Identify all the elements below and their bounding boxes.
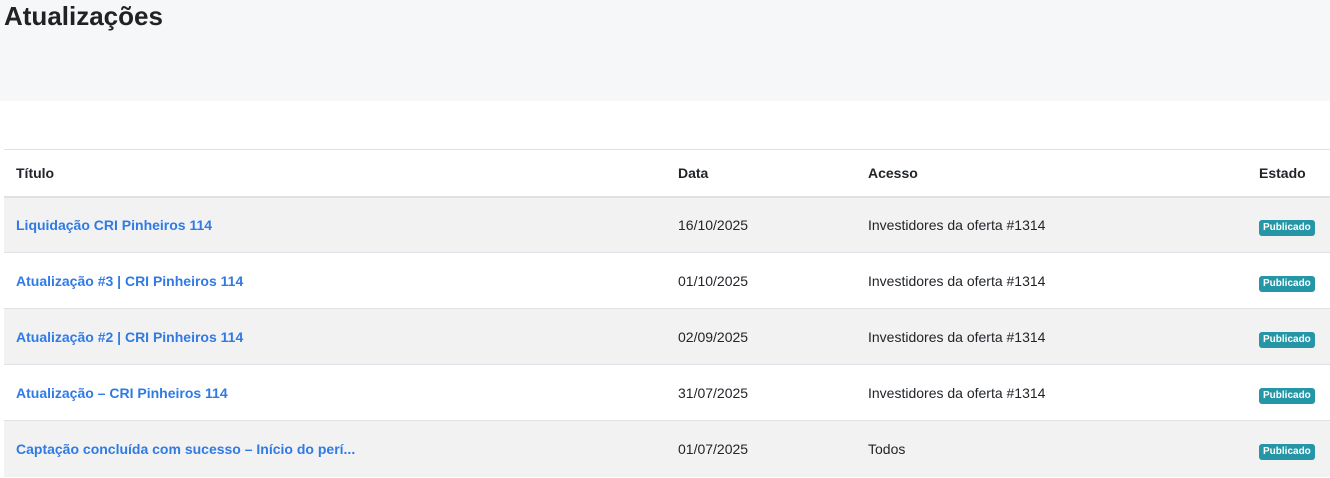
- cell-state: Publicado: [1247, 196, 1330, 253]
- update-title-link[interactable]: Atualização – CRI Pinheiros 114: [16, 385, 228, 401]
- cell-access: Investidores da oferta #1314: [856, 196, 1247, 253]
- update-title-link[interactable]: Captação concluída com sucesso – Início …: [16, 441, 355, 457]
- table-row[interactable]: Liquidação CRI Pinheiros 114 16/10/2025 …: [4, 196, 1330, 253]
- cell-state: Publicado: [1247, 364, 1330, 421]
- table-header-row: Título Data Acesso Estado: [4, 149, 1330, 198]
- cell-access: Investidores da oferta #1314: [856, 308, 1247, 365]
- table-row[interactable]: Atualização #2 | CRI Pinheiros 114 02/09…: [4, 308, 1330, 365]
- table-body: Liquidação CRI Pinheiros 114 16/10/2025 …: [4, 196, 1330, 477]
- cell-date: 31/07/2025: [666, 364, 856, 421]
- cell-title: Liquidação CRI Pinheiros 114: [4, 196, 666, 253]
- cell-access: Investidores da oferta #1314: [856, 364, 1247, 421]
- table-row[interactable]: Atualização – CRI Pinheiros 114 31/07/20…: [4, 364, 1330, 421]
- cell-date: 02/09/2025: [666, 308, 856, 365]
- cell-state: Publicado: [1247, 308, 1330, 365]
- page-title: Atualizações: [4, 1, 163, 31]
- cell-title: Atualização – CRI Pinheiros 114: [4, 364, 666, 421]
- table-header: Título Data Acesso Estado: [4, 149, 1330, 198]
- status-badge: Publicado: [1259, 444, 1315, 461]
- column-header-state[interactable]: Estado: [1247, 149, 1330, 198]
- updates-table-container: Título Data Acesso Estado Liquidação CRI…: [4, 149, 1330, 477]
- cell-state: Publicado: [1247, 420, 1330, 477]
- column-header-title[interactable]: Título: [4, 149, 666, 198]
- status-badge: Publicado: [1259, 220, 1315, 237]
- column-header-date[interactable]: Data: [666, 149, 856, 198]
- update-title-link[interactable]: Atualização #2 | CRI Pinheiros 114: [16, 329, 243, 345]
- cell-date: 16/10/2025: [666, 196, 856, 253]
- updates-table: Título Data Acesso Estado Liquidação CRI…: [4, 149, 1330, 477]
- status-badge: Publicado: [1259, 332, 1315, 348]
- cell-date: 01/07/2025: [666, 420, 856, 477]
- cell-title: Captação concluída com sucesso – Início …: [4, 420, 666, 477]
- update-title-link[interactable]: Atualização #3 | CRI Pinheiros 114: [16, 273, 243, 289]
- cell-state: Publicado: [1247, 252, 1330, 309]
- status-badge: Publicado: [1259, 276, 1315, 292]
- column-header-access[interactable]: Acesso: [856, 149, 1247, 198]
- cell-access: Todos: [856, 420, 1247, 477]
- status-badge: Publicado: [1259, 388, 1315, 404]
- update-title-link[interactable]: Liquidação CRI Pinheiros 114: [16, 217, 212, 233]
- table-row[interactable]: Atualização #3 | CRI Pinheiros 114 01/10…: [4, 252, 1330, 309]
- page-header: Atualizações: [0, 0, 1330, 101]
- cell-title: Atualização #2 | CRI Pinheiros 114: [4, 308, 666, 365]
- table-row[interactable]: Captação concluída com sucesso – Início …: [4, 420, 1330, 477]
- cell-date: 01/10/2025: [666, 252, 856, 309]
- cell-title: Atualização #3 | CRI Pinheiros 114: [4, 252, 666, 309]
- cell-access: Investidores da oferta #1314: [856, 252, 1247, 309]
